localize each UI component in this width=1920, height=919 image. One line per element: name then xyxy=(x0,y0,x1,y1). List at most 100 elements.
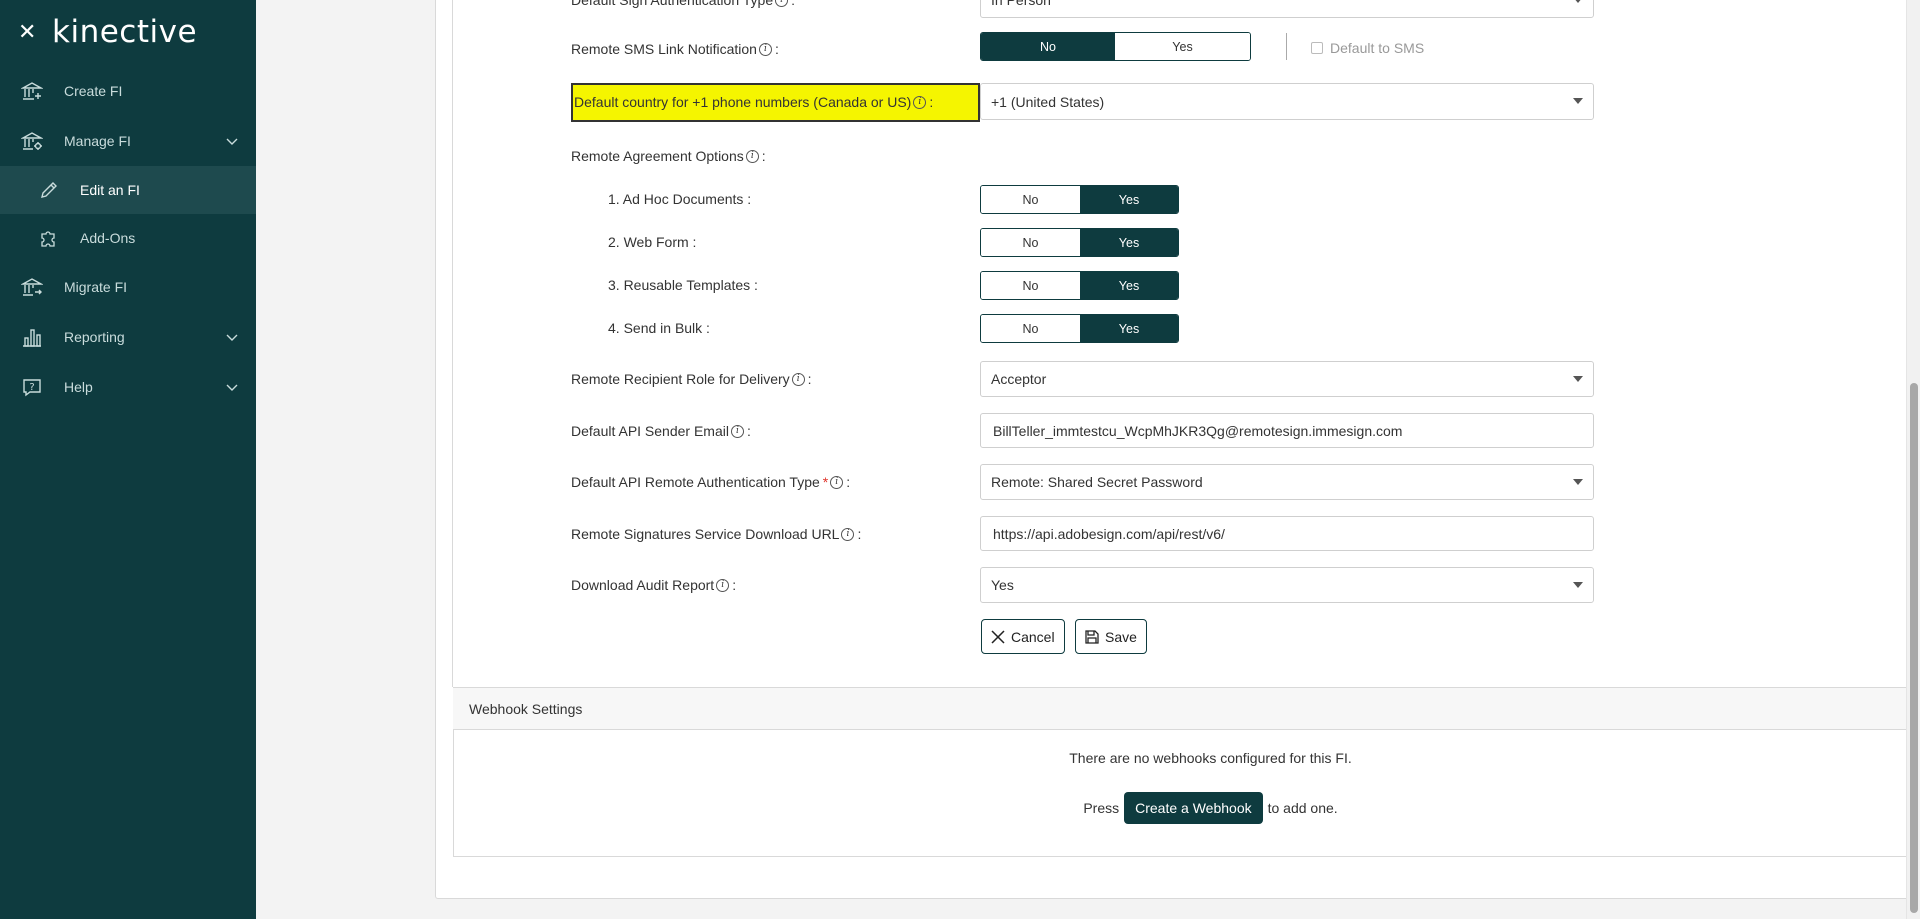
colon: : xyxy=(791,0,795,8)
download-audit-report-label: Download Audit Report i : xyxy=(571,577,736,593)
webhook-settings-header[interactable]: Webhook Settings xyxy=(453,687,1920,730)
sms-link-label: Remote SMS Link Notification i : xyxy=(571,41,779,57)
close-icon[interactable]: ✕ xyxy=(18,21,38,43)
chevron-down-icon xyxy=(226,133,238,149)
info-icon[interactable]: i xyxy=(775,0,789,7)
info-icon[interactable]: i xyxy=(716,578,730,592)
sidebar-item-help[interactable]: ? Help xyxy=(0,362,256,412)
recipient-role-label: Remote Recipient Role for Delivery i : xyxy=(571,371,812,387)
caret-down-icon xyxy=(1573,582,1583,588)
ad-hoc-documents-toggle[interactable]: No Yes xyxy=(980,185,1179,214)
info-icon[interactable]: i xyxy=(730,424,744,438)
caret-down-icon xyxy=(1573,376,1583,382)
sidebar-item-migrate-fi[interactable]: Migrate FI xyxy=(0,262,256,312)
divider xyxy=(1286,33,1287,60)
recipient-role-select[interactable]: Acceptor xyxy=(980,361,1594,397)
sidebar-item-add-ons[interactable]: Add-Ons xyxy=(0,214,256,262)
ad-hoc-documents-label: 1. Ad Hoc Documents : xyxy=(608,191,752,207)
cancel-label: Cancel xyxy=(1011,628,1055,645)
info-icon[interactable]: i xyxy=(745,149,759,163)
section-title: Webhook Settings xyxy=(469,700,583,717)
floppy-disk-icon xyxy=(1085,629,1099,644)
ad-hoc-yes-option[interactable]: Yes xyxy=(1080,186,1178,213)
info-icon[interactable]: i xyxy=(841,527,855,541)
api-sender-email-field[interactable]: BillTeller_immtestcu_WcpMhJKR3Qg@remotes… xyxy=(980,413,1594,448)
sidebar-item-label: Create FI xyxy=(64,83,123,99)
checkbox-box[interactable] xyxy=(1311,42,1323,54)
sign-auth-type-select[interactable]: In Person xyxy=(980,0,1594,18)
sms-link-toggle[interactable]: No Yes xyxy=(980,32,1251,61)
send-in-bulk-no-option[interactable]: No xyxy=(981,315,1080,342)
web-form-toggle[interactable]: No Yes xyxy=(980,228,1179,257)
create-webhook-row: Press Create a Webhook to add one. xyxy=(454,792,1920,824)
vertical-scrollbar[interactable] xyxy=(1906,0,1920,919)
sidebar-item-label: Migrate FI xyxy=(64,279,128,295)
reusable-templates-toggle[interactable]: No Yes xyxy=(980,271,1179,300)
send-in-bulk-toggle[interactable]: No Yes xyxy=(980,314,1179,343)
required-marker: * xyxy=(822,474,829,490)
ad-hoc-no-option[interactable]: No xyxy=(981,186,1080,213)
sidebar-item-create-fi[interactable]: Create FI xyxy=(0,66,256,116)
api-auth-type-select[interactable]: Remote: Shared Secret Password xyxy=(980,464,1594,500)
info-icon[interactable]: i xyxy=(758,42,772,56)
caret-down-icon xyxy=(1573,98,1583,104)
colon: : xyxy=(857,526,862,542)
label-text: Remote Agreement Options xyxy=(571,148,744,164)
select-value: Yes xyxy=(991,577,1014,593)
to-add-text: to add one. xyxy=(1267,800,1338,816)
api-auth-type-label: Default API Remote Authentication Type *… xyxy=(571,474,850,490)
send-in-bulk-yes-option[interactable]: Yes xyxy=(1080,315,1178,342)
press-text: Press xyxy=(1083,800,1120,816)
label-text: Default Sign Authentication Type xyxy=(571,0,774,8)
download-url-label: Remote Signatures Service Download URL i… xyxy=(571,526,861,542)
sidebar: ✕ kinective Create FI Manage FI Edit an … xyxy=(0,0,256,919)
reusable-templates-no-option[interactable]: No xyxy=(981,272,1080,299)
chevron-down-icon xyxy=(226,379,238,395)
scrollbar-thumb[interactable] xyxy=(1910,383,1918,913)
close-icon xyxy=(991,629,1005,644)
select-value: In Person xyxy=(991,0,1051,8)
colon: : xyxy=(807,371,812,387)
sidebar-item-reporting[interactable]: Reporting xyxy=(0,312,256,362)
sidebar-item-edit-fi[interactable]: Edit an FI xyxy=(0,166,256,214)
bank-gear-icon xyxy=(20,129,44,153)
sms-yes-option[interactable]: Yes xyxy=(1115,33,1250,60)
reusable-templates-yes-option[interactable]: Yes xyxy=(1080,272,1178,299)
bar-chart-icon xyxy=(20,325,44,349)
web-form-no-option[interactable]: No xyxy=(981,229,1080,256)
label-text: Download Audit Report xyxy=(571,577,715,593)
label-text: Default country for +1 phone numbers (Ca… xyxy=(574,94,912,110)
caret-down-icon xyxy=(1573,479,1583,485)
default-country-label: Default country for +1 phone numbers (Ca… xyxy=(574,94,933,110)
cancel-button[interactable]: Cancel xyxy=(981,619,1065,654)
api-sender-email-label: Default API Sender Email i : xyxy=(571,423,751,439)
webhook-settings-body: There are no webhooks configured for thi… xyxy=(453,730,1920,857)
bank-plus-icon xyxy=(20,79,44,103)
pencil-icon xyxy=(38,179,60,201)
save-label: Save xyxy=(1105,628,1137,645)
download-url-field[interactable]: https://api.adobesign.com/api/rest/v6/ xyxy=(980,516,1594,551)
colon: : xyxy=(774,41,779,57)
save-button[interactable]: Save xyxy=(1075,619,1147,654)
info-icon[interactable]: i xyxy=(830,475,844,489)
send-in-bulk-label: 4. Send in Bulk : xyxy=(608,320,710,336)
default-country-select[interactable]: +1 (United States) xyxy=(980,83,1594,120)
colon: : xyxy=(732,577,737,593)
sms-no-option[interactable]: No xyxy=(981,33,1115,60)
web-form-yes-option[interactable]: Yes xyxy=(1080,229,1178,256)
reusable-templates-label: 3. Reusable Templates : xyxy=(608,277,758,293)
agreement-options-label: Remote Agreement Options i : xyxy=(571,148,766,164)
label-text: Remote Signatures Service Download URL xyxy=(571,526,840,542)
download-audit-report-select[interactable]: Yes xyxy=(980,567,1594,603)
info-icon[interactable]: i xyxy=(913,95,927,109)
brand-bar: ✕ kinective xyxy=(0,0,256,64)
sidebar-item-label: Edit an FI xyxy=(80,182,140,198)
default-to-sms-checkbox[interactable]: Default to SMS xyxy=(1311,40,1424,56)
info-icon[interactable]: i xyxy=(791,372,805,386)
sidebar-item-label: Help xyxy=(64,379,93,395)
label-text: Default API Remote Authentication Type xyxy=(571,474,820,490)
sidebar-item-manage-fi[interactable]: Manage FI xyxy=(0,116,256,166)
create-webhook-button[interactable]: Create a Webhook xyxy=(1124,792,1263,824)
label-text: Default API Sender Email xyxy=(571,423,729,439)
select-value: Remote: Shared Secret Password xyxy=(991,474,1203,490)
